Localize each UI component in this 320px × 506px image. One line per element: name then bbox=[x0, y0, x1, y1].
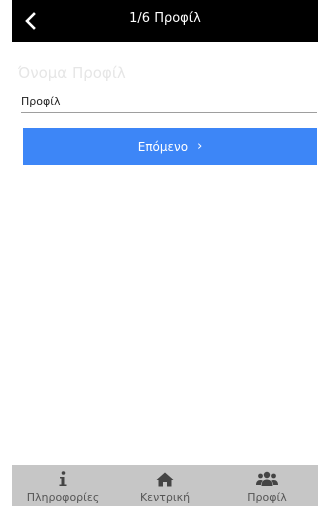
profile-screen: 1/6 Προφίλ Όνομα Προφίλ Επόμενο › Πληροφ… bbox=[0, 0, 318, 506]
bottom-navigation: Πληροφορίες Κεντρική Προφίλ bbox=[12, 465, 318, 506]
chevron-right-icon: › bbox=[197, 139, 203, 154]
profile-name-input[interactable] bbox=[21, 90, 317, 113]
next-button[interactable]: Επόμενο › bbox=[23, 128, 317, 165]
info-icon bbox=[58, 469, 68, 489]
nav-label-info: Πληροφορίες bbox=[26, 491, 100, 504]
nav-item-profile[interactable]: Προφίλ bbox=[216, 465, 318, 506]
nav-label-home: Κεντρική bbox=[139, 491, 191, 504]
users-icon bbox=[256, 469, 278, 489]
profile-name-label: Όνομα Προφίλ bbox=[18, 64, 126, 82]
page-title: 1/6 Προφίλ bbox=[129, 11, 201, 26]
top-bar: 1/6 Προφίλ bbox=[12, 0, 318, 42]
next-button-label: Επόμενο bbox=[137, 139, 189, 154]
nav-label-profile: Προφίλ bbox=[247, 491, 287, 504]
nav-item-info[interactable]: Πληροφορίες bbox=[12, 465, 114, 506]
home-icon bbox=[156, 469, 174, 489]
nav-item-home[interactable]: Κεντρική bbox=[114, 465, 216, 506]
